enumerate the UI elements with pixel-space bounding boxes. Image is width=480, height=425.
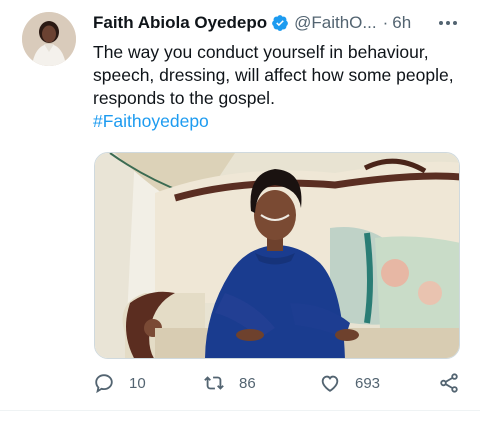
- tweet-card[interactable]: Faith Abiola Oyedepo @FaithO... · 6h The…: [0, 0, 480, 425]
- share-action[interactable]: [438, 372, 460, 394]
- share-icon: [440, 373, 458, 393]
- retweet-icon: [204, 376, 224, 390]
- verified-badge-icon: [272, 15, 288, 31]
- like-count: 693: [355, 374, 381, 392]
- reply-count: 10: [129, 374, 146, 392]
- avatar-image: [22, 12, 76, 66]
- reply-action[interactable]: 10: [93, 372, 146, 394]
- retweet-count: 86: [239, 374, 256, 392]
- tweet-content: Faith Abiola Oyedepo @FaithO... · 6h The…: [93, 10, 468, 133]
- tweet-time[interactable]: 6h: [392, 13, 411, 33]
- photo-woman-on-sofa: [95, 153, 459, 358]
- like-action[interactable]: 693: [319, 372, 380, 394]
- avatar[interactable]: [22, 12, 76, 66]
- like-icon: [321, 375, 339, 392]
- author-handle[interactable]: @FaithO...: [294, 13, 376, 33]
- tweet-actions: 10 86 693: [93, 372, 468, 398]
- author-name[interactable]: Faith Abiola Oyedepo: [93, 13, 267, 33]
- time-separator: ·: [382, 13, 389, 32]
- tweet-header: Faith Abiola Oyedepo @FaithO... · 6h: [93, 10, 468, 36]
- tweet-body: The way you conduct yourself in behaviou…: [93, 42, 454, 108]
- retweet-action[interactable]: 86: [203, 372, 256, 394]
- tweet-divider: [0, 410, 480, 411]
- tweet-text: The way you conduct yourself in behaviou…: [93, 41, 465, 133]
- tweet-photo[interactable]: [94, 152, 460, 359]
- hashtag-link[interactable]: #Faithoyedepo: [93, 110, 465, 133]
- more-options-icon[interactable]: [436, 14, 460, 32]
- reply-icon: [95, 374, 113, 394]
